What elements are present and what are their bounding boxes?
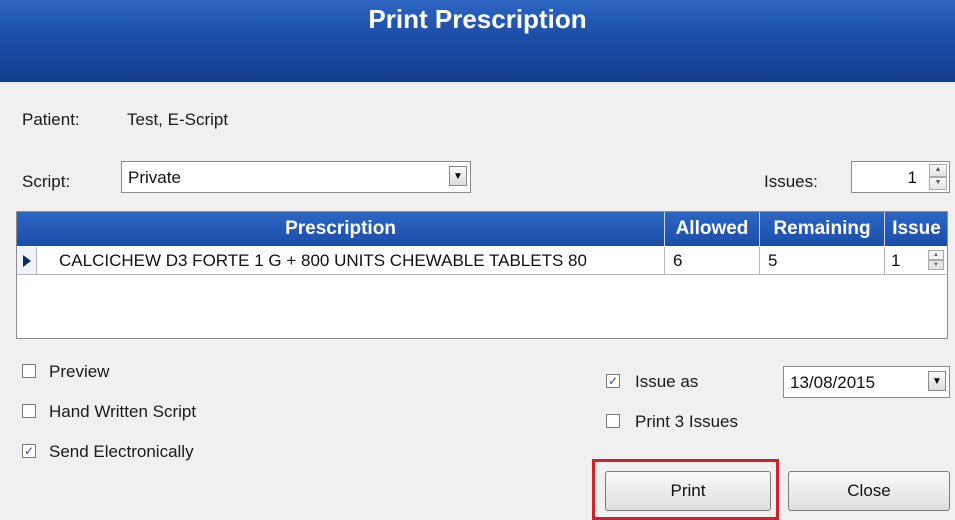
chevron-down-icon[interactable]: ▼ [449, 166, 467, 186]
issue-as-checkbox[interactable]: ✓ [606, 374, 620, 388]
table-row-issue-stepper[interactable]: 1 ▲ ▼ [885, 247, 947, 275]
script-select[interactable]: Private ▼ [121, 161, 471, 193]
issue-date-picker[interactable]: 13/08/2015 ▼ [783, 366, 950, 398]
print-button-highlight [592, 459, 779, 520]
column-header-allowed[interactable]: Allowed [665, 212, 760, 246]
patient-label: Patient: [22, 110, 80, 129]
table-row-remaining[interactable]: 5 [760, 247, 885, 275]
print-3-issues-label: Print 3 Issues [635, 412, 738, 431]
send-electronically-checkbox[interactable]: ✓ [22, 444, 36, 458]
issues-label: Issues: [764, 172, 818, 191]
spin-arrows-icon[interactable]: ▲ ▼ [928, 250, 944, 270]
column-header-prescription[interactable]: Prescription [17, 212, 665, 246]
issues-stepper[interactable]: 1 ▲ ▼ [851, 161, 950, 193]
issue-date-value: 13/08/2015 [790, 373, 876, 392]
issue-as-label: Issue as [635, 372, 699, 391]
column-header-issue[interactable]: Issue [885, 212, 947, 246]
title-bar: Print Prescription [0, 0, 955, 82]
send-electronically-label: Send Electronically [49, 442, 194, 461]
table-row-issue: 1 [891, 251, 901, 270]
dialog-title: Print Prescription [368, 4, 587, 34]
hand-written-label: Hand Written Script [49, 402, 197, 421]
patient-value: Test, E-Script [127, 110, 229, 129]
column-header-remaining[interactable]: Remaining [760, 212, 885, 246]
prescription-grid[interactable]: Prescription Allowed Remaining Issue CAL… [16, 211, 948, 339]
spin-arrows-icon[interactable]: ▲ ▼ [929, 164, 947, 190]
preview-checkbox[interactable] [22, 364, 36, 378]
table-row-prescription[interactable]: CALCICHEW D3 FORTE 1 G + 800 UNITS CHEWA… [37, 247, 665, 275]
preview-label: Preview [49, 362, 110, 381]
print-3-issues-checkbox[interactable] [606, 414, 620, 428]
close-button[interactable]: Close [788, 471, 950, 511]
script-select-value: Private [128, 168, 181, 187]
chevron-down-icon[interactable]: ▼ [928, 371, 946, 391]
table-row-allowed[interactable]: 6 [665, 247, 760, 275]
script-label: Script: [22, 172, 71, 191]
row-pointer-icon [23, 255, 31, 267]
row-selector[interactable] [17, 247, 37, 275]
hand-written-checkbox[interactable] [22, 404, 36, 418]
issues-value: 1 [907, 168, 917, 187]
